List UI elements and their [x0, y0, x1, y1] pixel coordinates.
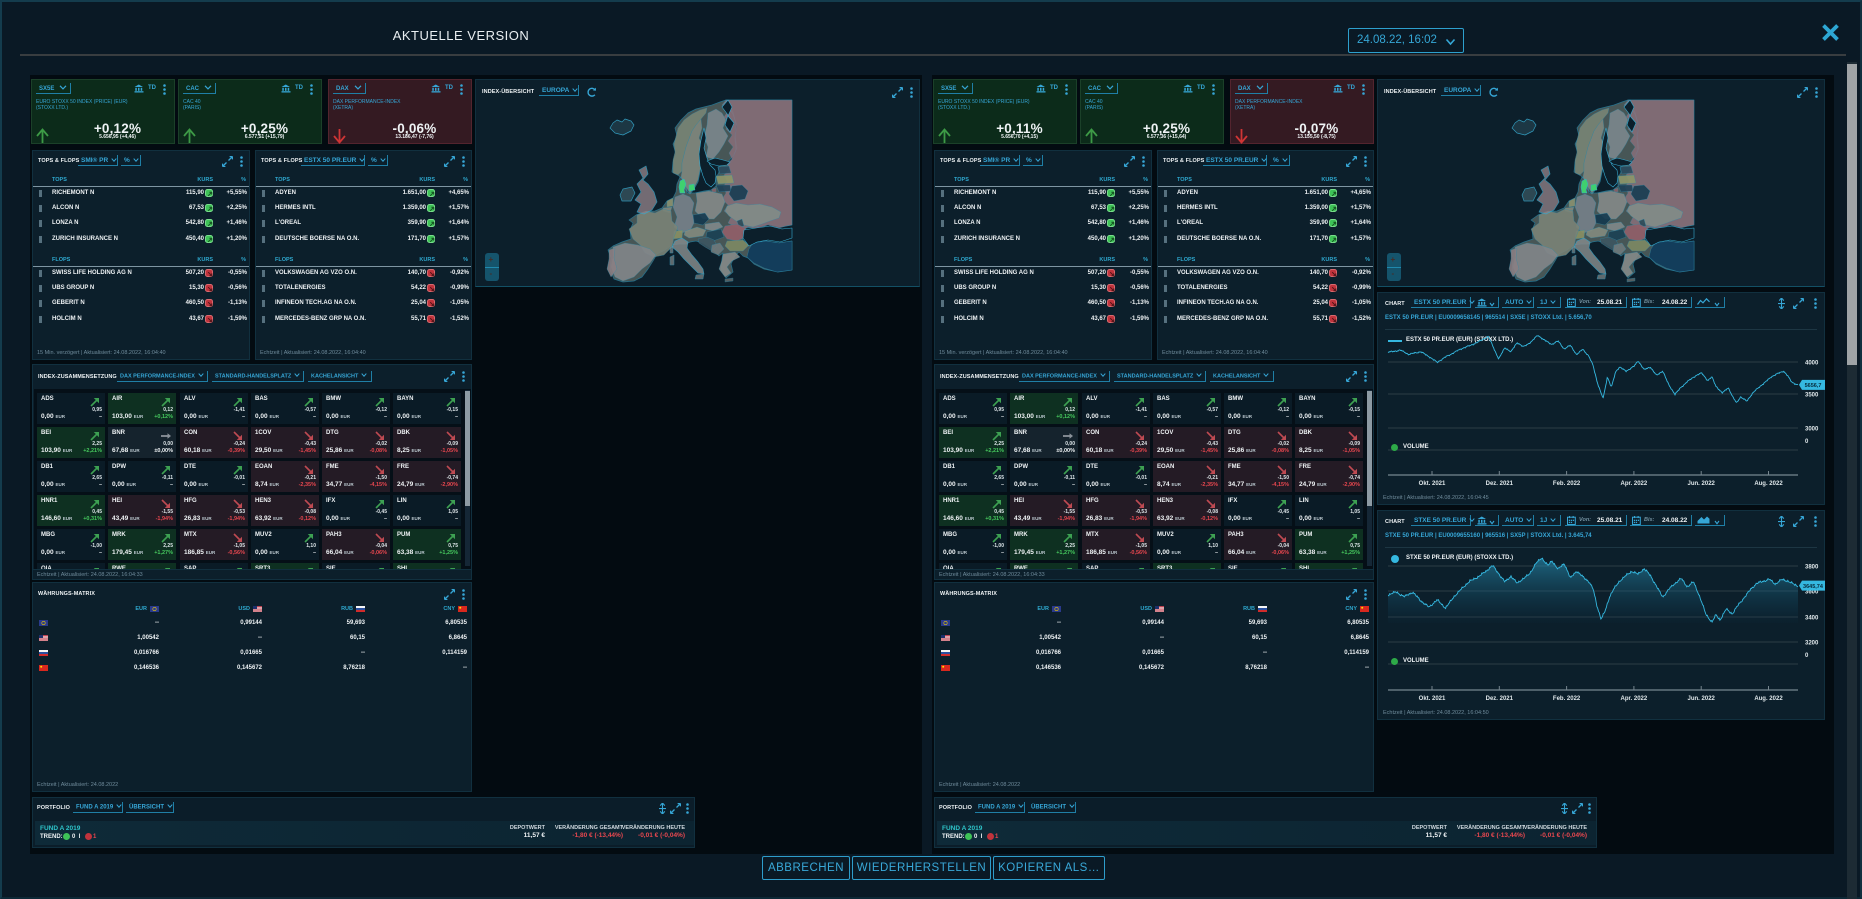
svg-text:Okt. 2021: Okt. 2021	[1419, 481, 1446, 487]
svg-text:3800: 3800	[1805, 565, 1819, 571]
svg-text:3000: 3000	[1805, 427, 1819, 433]
svg-text:0: 0	[1805, 653, 1809, 659]
svg-text:3500: 3500	[1805, 393, 1819, 399]
svg-text:3200: 3200	[1805, 641, 1819, 647]
svg-text:4000: 4000	[1805, 361, 1819, 367]
svg-text:Jun. 2022: Jun. 2022	[1688, 696, 1716, 702]
svg-text:Jun. 2022: Jun. 2022	[1688, 481, 1716, 487]
svg-text:3645,74: 3645,74	[1803, 584, 1824, 590]
svg-text:5656,7: 5656,7	[1805, 383, 1822, 389]
svg-text:Feb. 2022: Feb. 2022	[1553, 696, 1581, 702]
svg-text:Apr. 2022: Apr. 2022	[1621, 696, 1648, 702]
svg-text:0: 0	[1805, 439, 1809, 445]
svg-text:Dez. 2021: Dez. 2021	[1486, 696, 1514, 702]
svg-text:Aug. 2022: Aug. 2022	[1754, 696, 1783, 702]
svg-text:Apr. 2022: Apr. 2022	[1621, 481, 1648, 487]
svg-text:Okt. 2021: Okt. 2021	[1419, 696, 1446, 702]
svg-text:Feb. 2022: Feb. 2022	[1553, 481, 1581, 487]
svg-text:Aug. 2022: Aug. 2022	[1754, 481, 1783, 487]
svg-text:Dez. 2021: Dez. 2021	[1486, 481, 1514, 487]
svg-text:3400: 3400	[1805, 616, 1819, 622]
